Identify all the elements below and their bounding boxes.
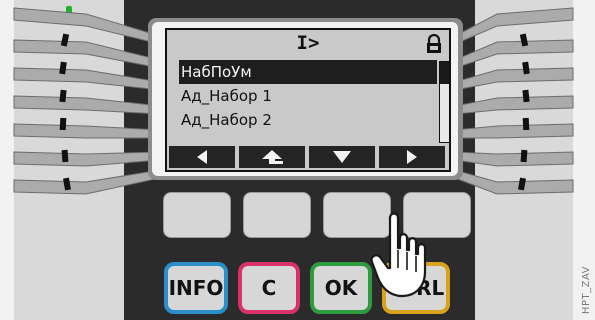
softkey-bar <box>169 146 445 168</box>
menu-item-selected[interactable]: НабПоУм <box>179 60 437 84</box>
watermark-label: HPT_ZAV <box>581 265 592 314</box>
lcd-display: I> НабПоУм Ад_Набор 1 Ад_Набор 2 <box>165 28 451 172</box>
scrollbar-thumb[interactable] <box>440 62 449 84</box>
arrow-down-icon <box>333 151 351 163</box>
ok-key[interactable]: OK <box>310 262 372 314</box>
softkey-down[interactable] <box>309 146 375 168</box>
softkey-up-level[interactable] <box>239 146 305 168</box>
scrollbar[interactable] <box>439 61 450 143</box>
device-panel: I> НабПоУм Ад_Набор 1 Ад_Набор 2 INFO C … <box>0 0 595 320</box>
arrow-right-icon <box>407 150 417 164</box>
arrow-left-icon <box>197 150 207 164</box>
lock-icon <box>427 34 441 53</box>
info-key[interactable]: INFO <box>164 262 228 314</box>
arrow-up-level-icon <box>262 150 283 164</box>
softkey-left[interactable] <box>169 146 235 168</box>
hardware-softkey-2[interactable] <box>243 192 311 238</box>
menu-item[interactable]: Ад_Набор 2 <box>179 108 437 132</box>
c-key[interactable]: C <box>238 262 300 314</box>
hand-pointer-icon <box>370 212 427 298</box>
hardware-softkey-1[interactable] <box>163 192 231 238</box>
menu-list: НабПоУм Ад_Набор 1 Ад_Набор 2 <box>179 60 437 132</box>
menu-item[interactable]: Ад_Набор 1 <box>179 84 437 108</box>
softkey-right[interactable] <box>379 146 445 168</box>
screen-title: I> <box>296 32 320 54</box>
